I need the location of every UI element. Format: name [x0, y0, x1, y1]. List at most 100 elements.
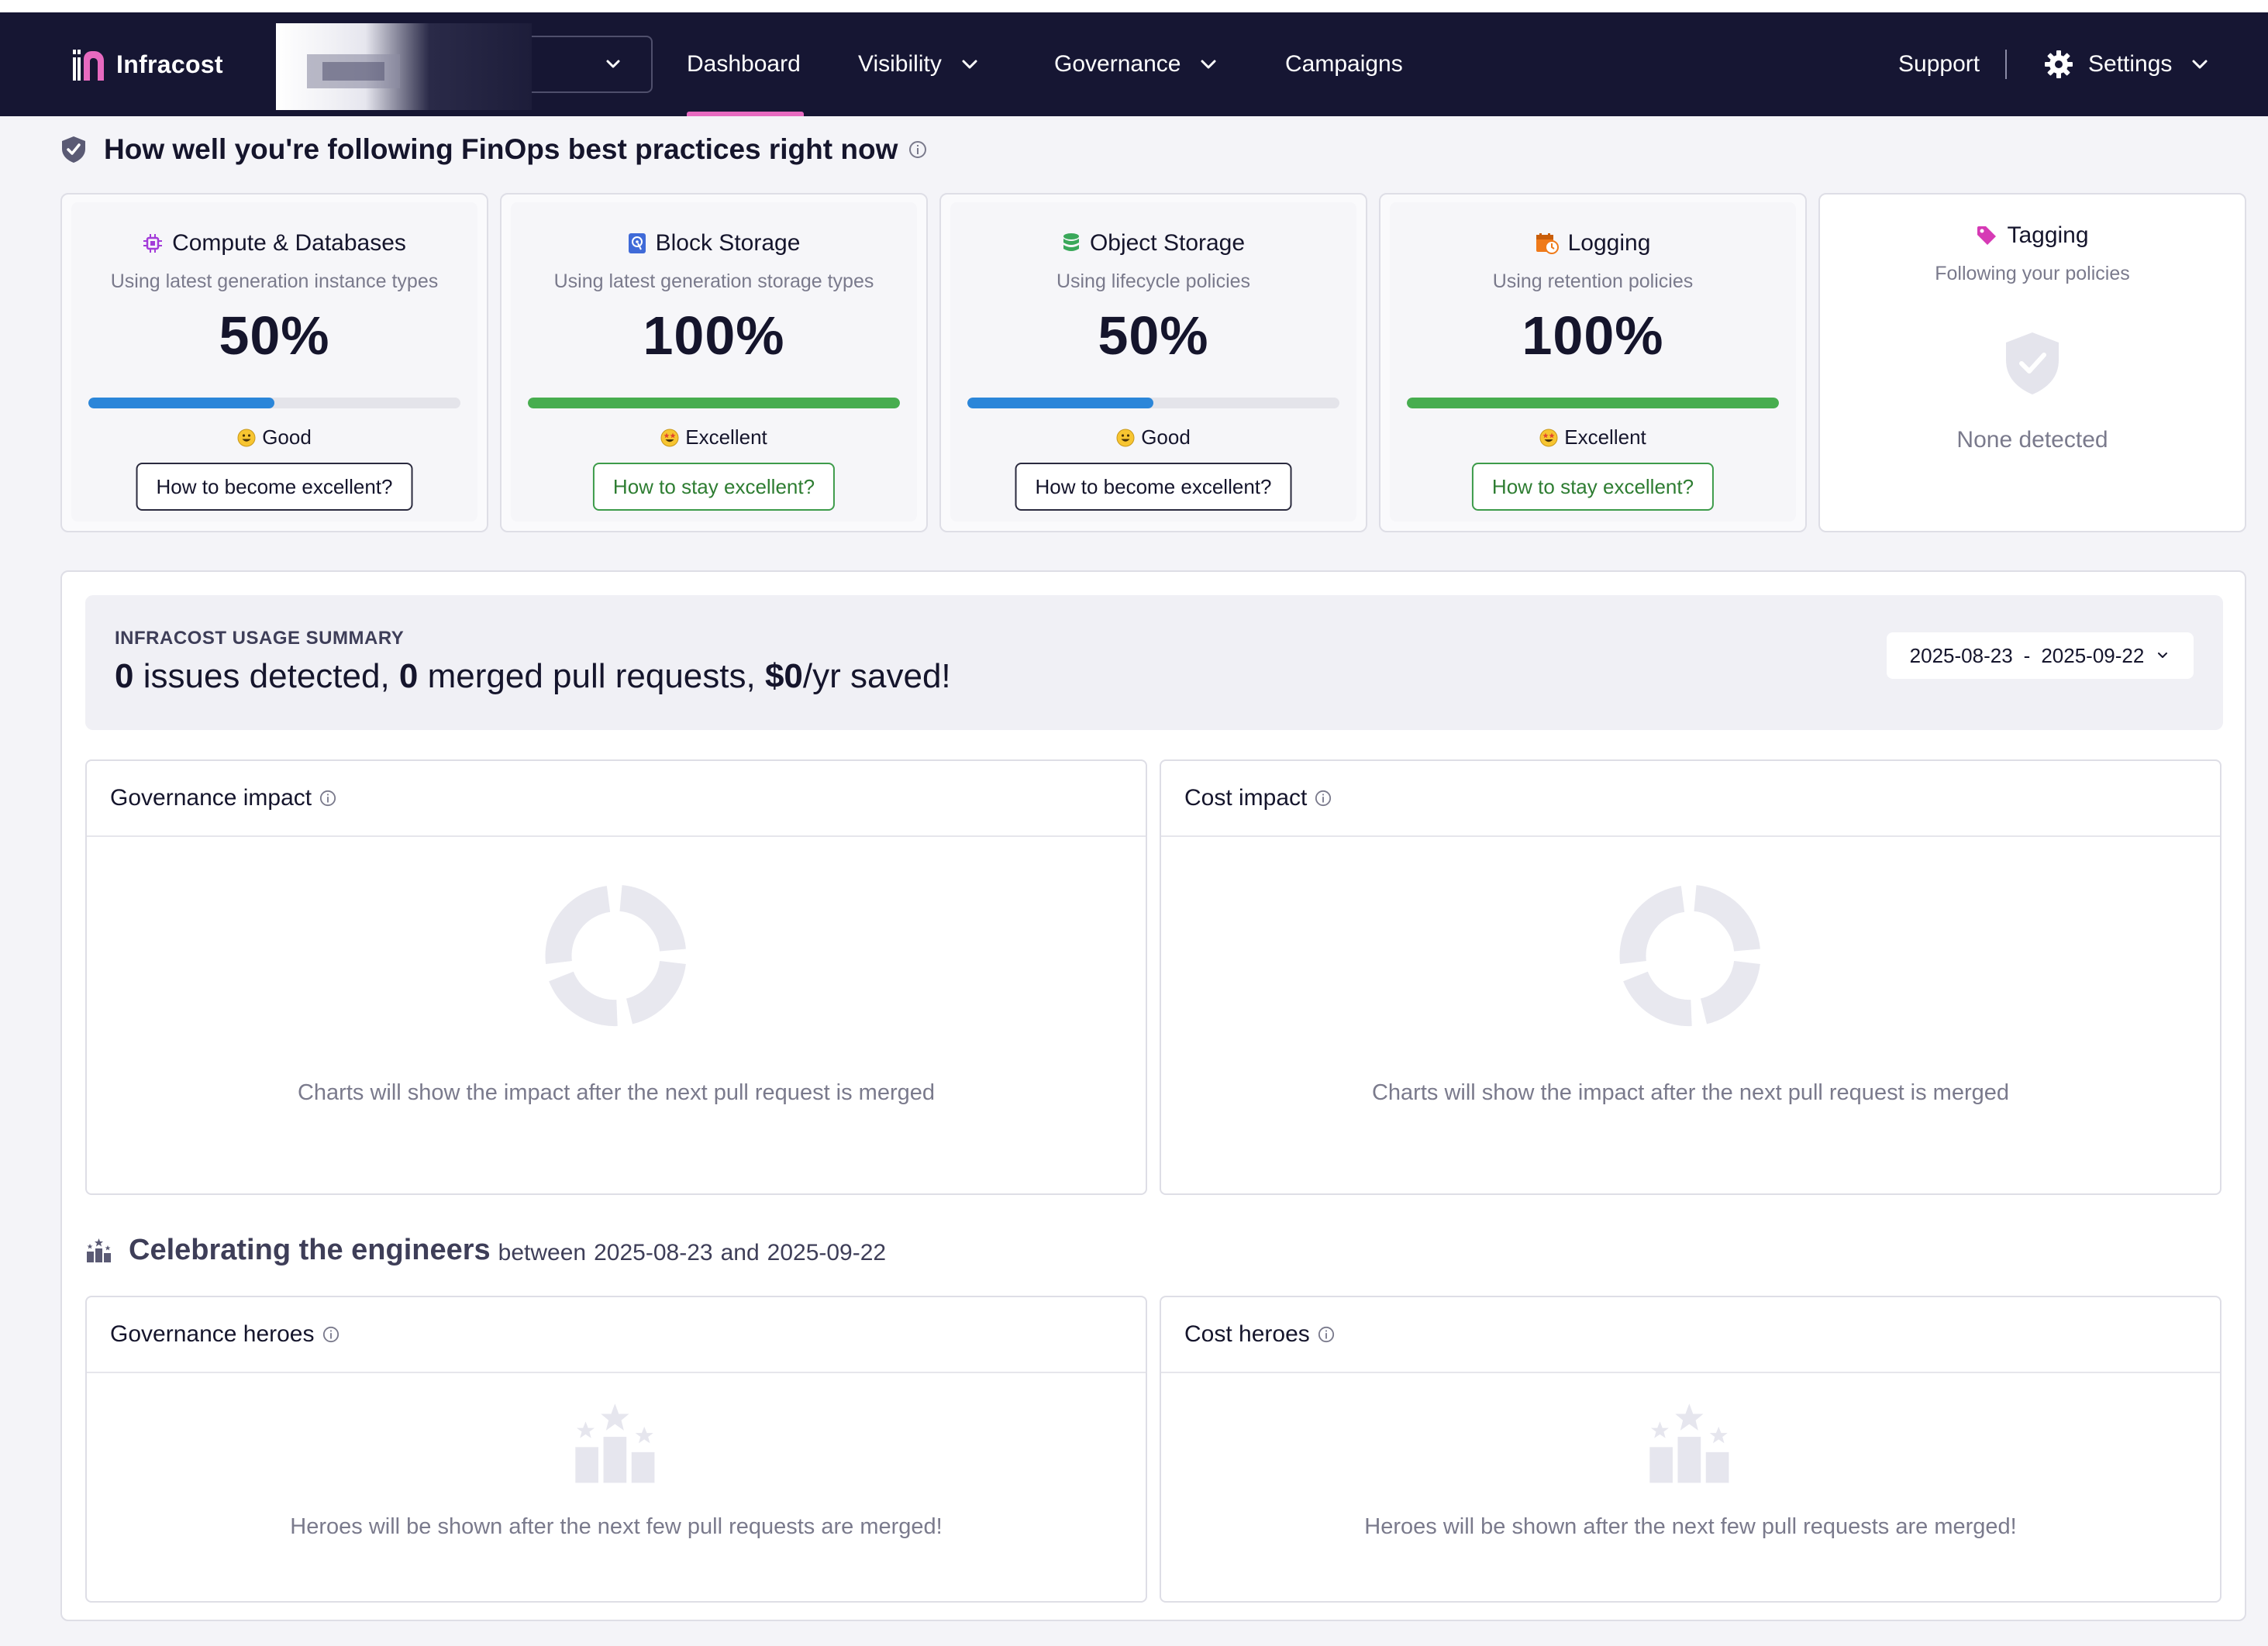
podium-stars-icon [1649, 1403, 1729, 1483]
nav-settings[interactable]: Settings [2043, 12, 2211, 116]
tag-icon [1977, 226, 1997, 245]
date-to: 2025-09-22 [2041, 643, 2145, 667]
panel-header: Governance heroes [87, 1297, 1146, 1373]
nav-visibility-label: Visibility [858, 51, 942, 77]
nav-dashboard[interactable]: Dashboard [687, 12, 804, 116]
info-icon[interactable] [319, 790, 336, 807]
panel-header: Cost heroes [1161, 1297, 2220, 1373]
nav-campaigns-label: Campaigns [1285, 51, 1403, 77]
celebrating-title: Celebrating the engineers [129, 1234, 491, 1266]
celebrating-date-from: 2025-08-23 [594, 1239, 713, 1265]
date-separator: - [2023, 643, 2031, 667]
card-object-storage: Object Storage Using lifecycle policies … [939, 193, 1367, 532]
card-rating: Good [71, 425, 477, 449]
panel-title: Governance heroes [110, 1321, 315, 1347]
infracost-logo-icon [73, 50, 104, 81]
how-to-become-excellent-button[interactable]: How to become excellent? [1015, 463, 1292, 511]
celebrating-between: between [498, 1239, 587, 1265]
how-to-become-excellent-button[interactable]: How to become excellent? [136, 463, 413, 511]
card-rating: Good [950, 425, 1356, 449]
progress-bar [967, 398, 1339, 408]
panel-title: Cost heroes [1184, 1321, 1310, 1347]
card-percentage: 100% [1522, 305, 1664, 366]
card-title: Logging [1390, 230, 1796, 257]
card-rating: Excellent [511, 425, 917, 449]
cost-impact-panel: Cost impact Charts will show the impact … [1160, 759, 2221, 1195]
merged-prs-count: 0 [398, 657, 419, 695]
empty-chart-message: Charts will show the impact after the ne… [297, 1080, 936, 1105]
progress-fill [528, 398, 900, 408]
database-icon [1063, 233, 1079, 251]
progress-bar [1407, 398, 1779, 408]
usage-summary-label: INFRACOST USAGE SUMMARY [115, 628, 405, 649]
panel-title: Cost impact [1184, 785, 1308, 811]
chevron-down-icon [2192, 60, 2208, 69]
active-tab-indicator [687, 112, 804, 116]
celebrating-engineers-heading: Celebrating the engineers between 2025-0… [85, 1234, 886, 1267]
date-range-picker[interactable]: 2025-08-23 - 2025-09-22 [1887, 632, 2194, 679]
card-subtitle: Using latest generation storage types [553, 270, 874, 292]
card-inner: Compute & Databases Using latest generat… [71, 202, 477, 522]
card-percentage: 50% [219, 305, 330, 366]
donut-chart-placeholder-icon [1619, 885, 1760, 1027]
card-title: Object Storage [950, 230, 1356, 257]
issues-count: 0 [115, 657, 134, 695]
nav-support-label: Support [1898, 51, 1980, 77]
cost-heroes-panel: Cost heroes Heroes will be shown after t… [1160, 1296, 2221, 1603]
nav-campaigns[interactable]: Campaigns [1285, 12, 1403, 116]
usage-summary: INFRACOST USAGE SUMMARY 0 issues detecte… [85, 595, 2223, 730]
organization-select[interactable] [276, 23, 653, 110]
progress-bar [528, 398, 900, 408]
how-to-stay-excellent-button[interactable]: How to stay excellent? [592, 463, 836, 511]
window-top-strip [0, 0, 2268, 12]
card-subtitle: Using retention policies [1492, 270, 1694, 292]
panel-header: Governance impact [87, 761, 1146, 837]
nav-visibility[interactable]: Visibility [858, 12, 981, 116]
donut-chart-placeholder-icon [545, 885, 686, 1027]
chevron-down-icon [962, 60, 977, 69]
logo-text: Infracost [116, 50, 223, 78]
podium-stars-icon [87, 1238, 111, 1262]
chevron-down-icon [2158, 653, 2168, 658]
info-icon[interactable] [1318, 1326, 1335, 1343]
usage-summary-text: 0 issues detected, 0 merged pull request… [115, 657, 951, 695]
card-subtitle: Following your policies [1935, 263, 2130, 284]
card-title: Tagging [1820, 222, 2245, 249]
nav-support[interactable]: Support [1898, 12, 1980, 116]
panel-title: Governance impact [110, 785, 312, 811]
empty-heroes-message: Heroes will be shown after the next few … [290, 1514, 943, 1539]
best-practices-heading: How well you're following FinOps best pr… [60, 133, 927, 166]
chevron-down-icon [606, 60, 620, 68]
calendar-clock-icon [1536, 233, 1559, 254]
card-subtitle: Using latest generation instance types [110, 270, 439, 292]
info-icon[interactable] [322, 1326, 340, 1343]
empty-heroes-message: Heroes will be shown after the next few … [1364, 1514, 2017, 1539]
nav-divider [2005, 50, 2007, 79]
shield-check-icon [62, 136, 85, 163]
card-inner: Object Storage Using lifecycle policies … [950, 202, 1356, 522]
best-practices-title: How well you're following FinOps best pr… [104, 133, 898, 165]
info-icon[interactable] [908, 140, 927, 159]
saved-amount: $0 [764, 657, 803, 695]
info-icon[interactable] [1315, 790, 1332, 807]
celebrating-date-to: 2025-09-22 [767, 1239, 887, 1265]
progress-fill [967, 398, 1153, 408]
card-compute-databases: Compute & Databases Using latest generat… [60, 193, 488, 532]
star-struck-emoji-icon [660, 429, 679, 446]
how-to-stay-excellent-button[interactable]: How to stay excellent? [1471, 463, 1715, 511]
nav-governance[interactable]: Governance [1054, 12, 1219, 116]
card-tagging: Tagging Following your policies None det… [1818, 193, 2246, 532]
smiley-icon [1116, 429, 1135, 446]
shield-check-icon [2006, 332, 2059, 394]
chevron-down-icon [1201, 60, 1216, 69]
card-percentage: 100% [643, 305, 785, 366]
card-rating: Excellent [1390, 425, 1796, 449]
card-block-storage: Block Storage Using latest generation st… [500, 193, 928, 532]
date-from: 2025-08-23 [1909, 643, 2013, 667]
top-navbar: Infracost Dashboard Visibility Governanc… [0, 12, 2268, 116]
disk-icon [628, 233, 646, 253]
governance-impact-panel: Governance impact Charts will show the i… [85, 759, 1147, 1195]
usage-section: INFRACOST USAGE SUMMARY 0 issues detecte… [60, 570, 2246, 1621]
empty-chart-message: Charts will show the impact after the ne… [1371, 1080, 2010, 1105]
infracost-logo[interactable]: Infracost [71, 46, 223, 82]
